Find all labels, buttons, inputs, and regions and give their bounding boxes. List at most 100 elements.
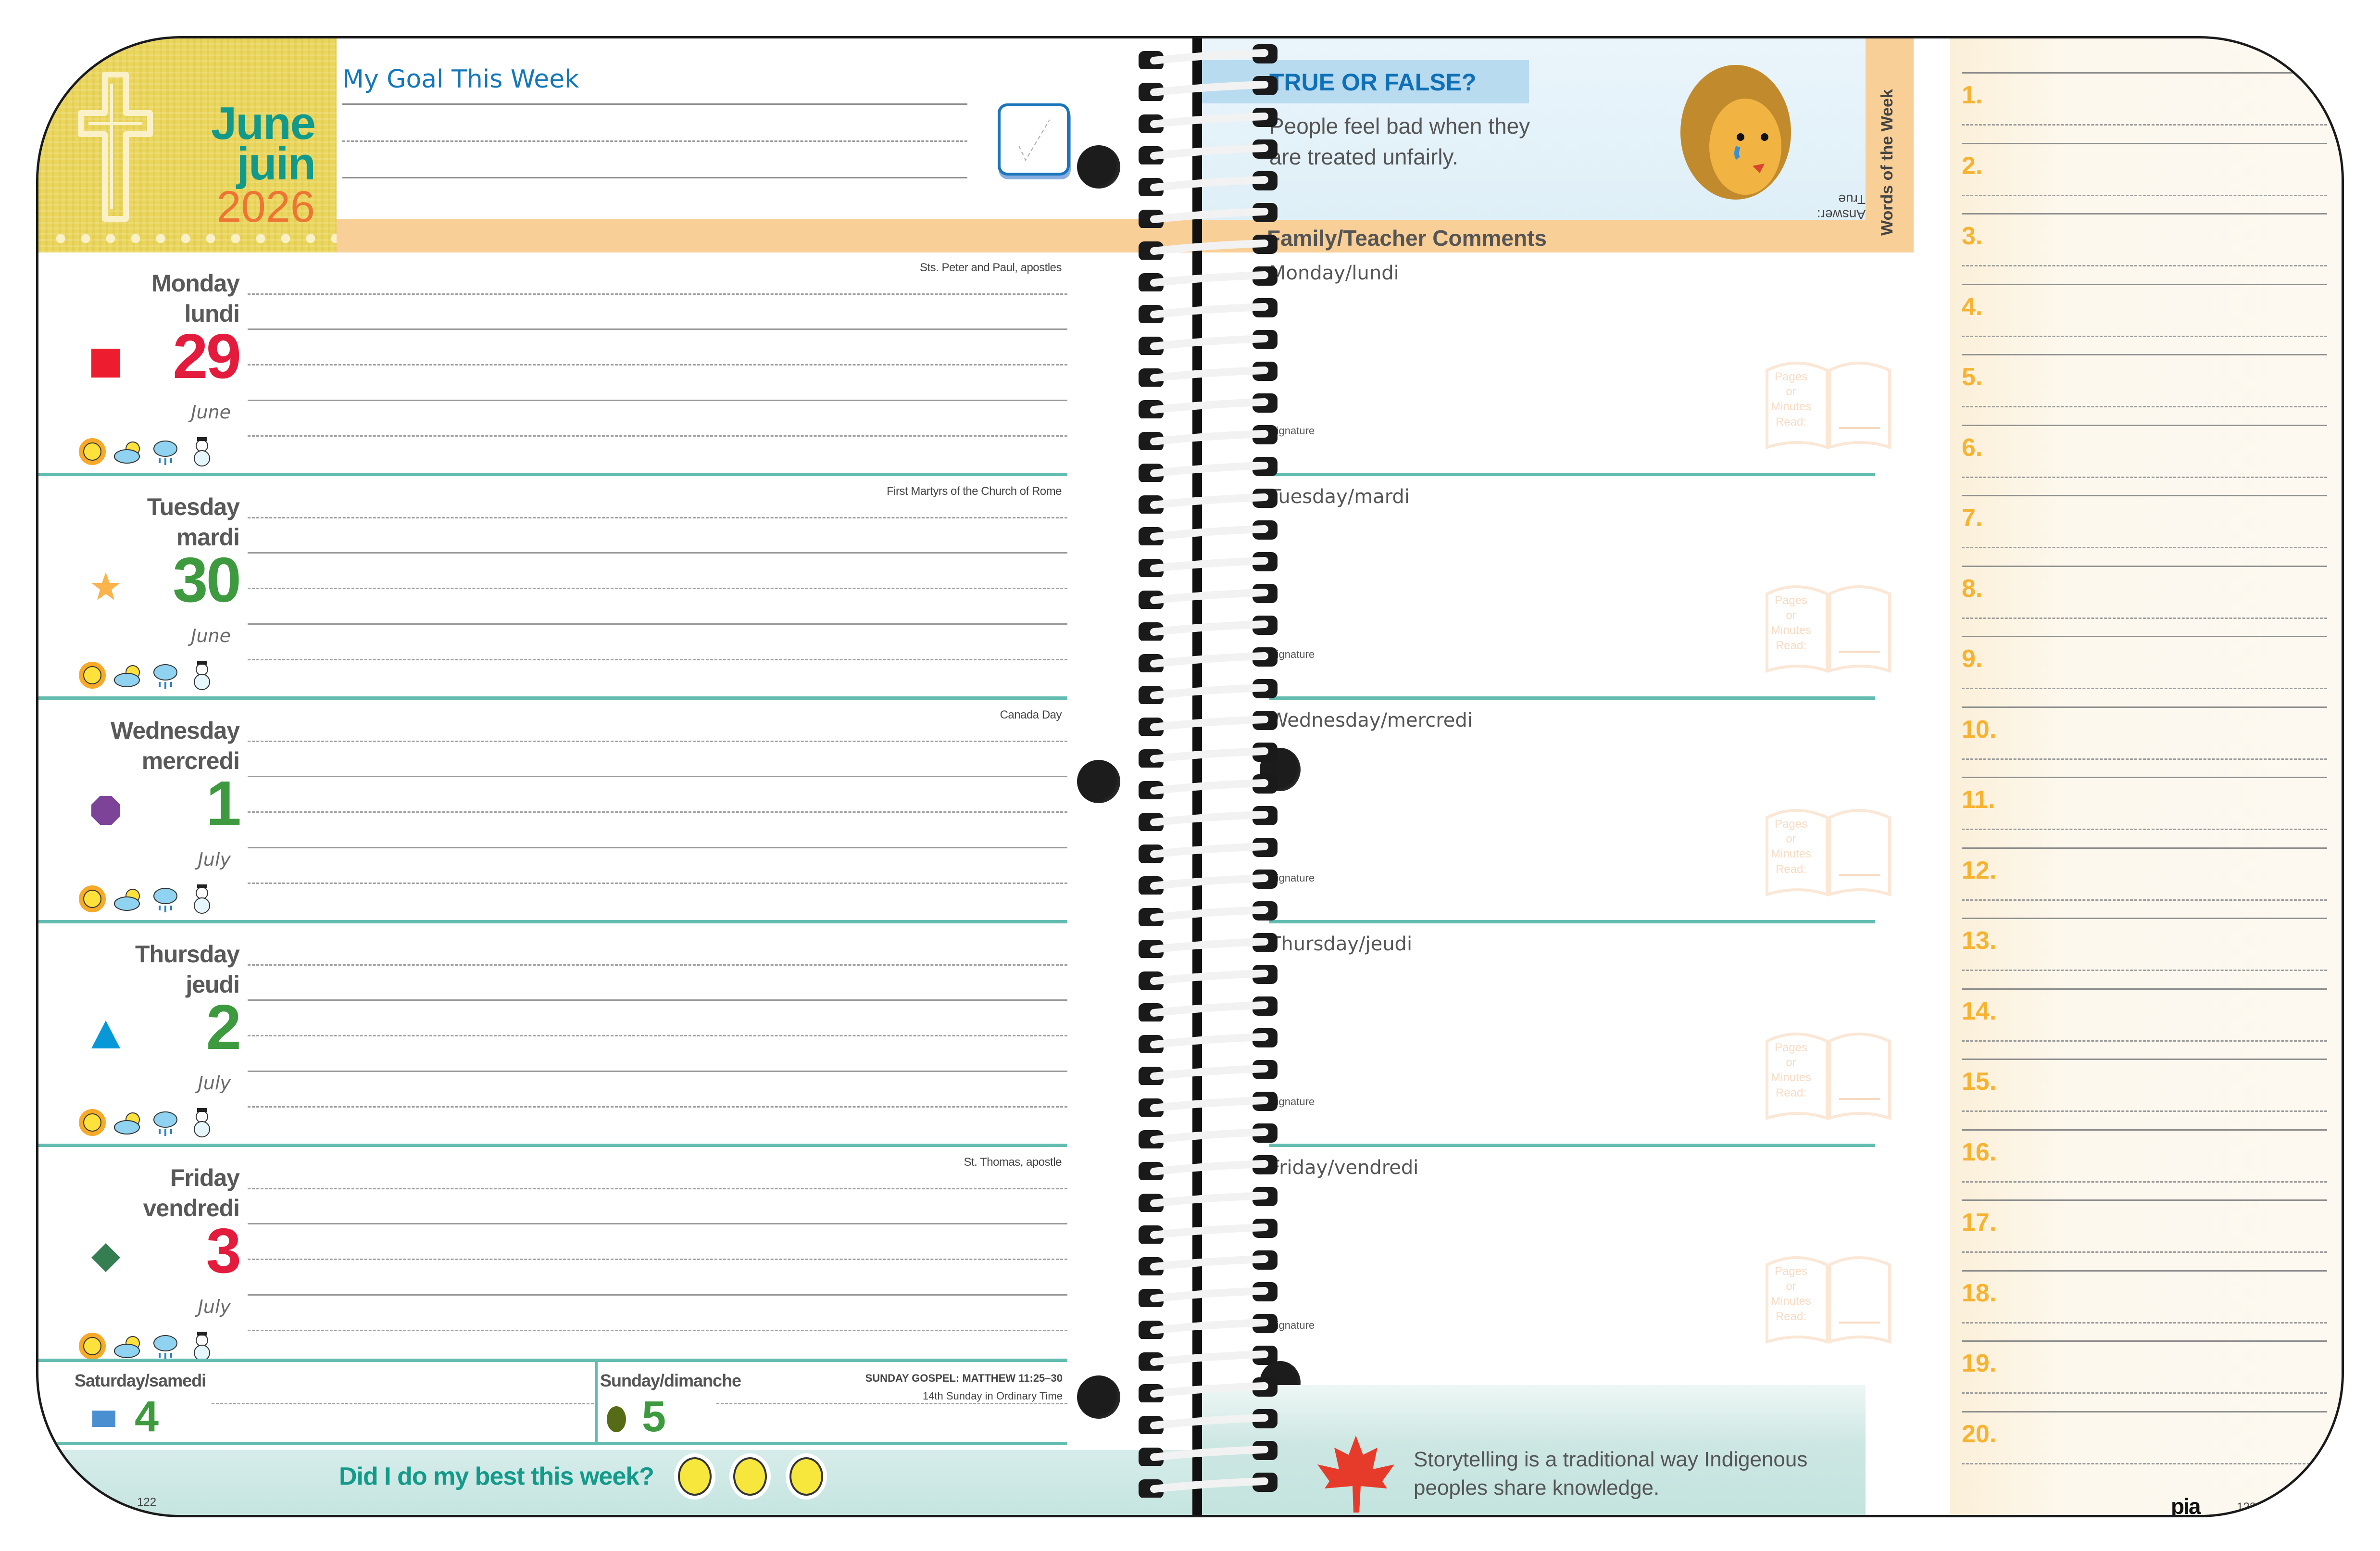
word-entry[interactable]: 2. <box>1962 142 2327 214</box>
word-entry[interactable]: 10. <box>1962 706 2327 778</box>
rainy-weather-icon[interactable] <box>149 1106 182 1139</box>
snowy-weather-icon[interactable] <box>186 659 218 692</box>
snowy-weather-icon[interactable] <box>186 883 218 915</box>
writing-line[interactable] <box>248 741 1067 742</box>
peach-band <box>337 219 1192 252</box>
spiral-coil <box>1135 1155 1289 1181</box>
writing-line[interactable] <box>248 1071 1067 1072</box>
word-number: 10. <box>1962 715 1997 744</box>
reading-log-book-icon[interactable]: Pages or Minutes Read: <box>1762 1255 1894 1347</box>
writing-line[interactable] <box>248 1294 1067 1296</box>
writing-line[interactable] <box>248 435 1067 437</box>
word-entry[interactable]: 8. <box>1962 565 2327 637</box>
word-entry[interactable]: 3. <box>1962 213 2327 284</box>
rainy-weather-icon[interactable] <box>149 435 182 468</box>
sunny-weather-icon[interactable] <box>76 883 109 915</box>
rainy-weather-icon[interactable] <box>149 883 182 915</box>
comment-row-wednesday[interactable]: Wednesday/mercredi Pages or Minutes Read: S… <box>1269 700 1891 923</box>
writing-line[interactable] <box>248 588 1067 589</box>
writing-line[interactable] <box>248 847 1067 848</box>
comment-row-friday[interactable]: Friday/vendredi Pages or Minutes Read: Sign… <box>1269 1147 1891 1371</box>
day-divider <box>1269 920 1875 923</box>
snowy-weather-icon[interactable] <box>186 435 218 468</box>
word-entry[interactable]: 16. <box>1962 1129 2327 1200</box>
word-entry[interactable]: 7. <box>1962 495 2327 566</box>
partly-cloudy-weather-icon[interactable] <box>113 435 145 468</box>
writing-line[interactable] <box>248 328 1067 330</box>
writing-line[interactable] <box>248 883 1067 884</box>
word-entry[interactable]: 15. <box>1962 1059 2327 1130</box>
writing-line[interactable] <box>248 659 1067 660</box>
writing-line[interactable] <box>248 999 1067 1001</box>
writing-line[interactable] <box>248 293 1067 295</box>
word-entry[interactable]: 13. <box>1962 918 2327 989</box>
writing-line[interactable] <box>248 811 1067 813</box>
writing-line[interactable] <box>248 1188 1067 1189</box>
goal-write-line[interactable] <box>342 103 967 105</box>
snowy-weather-icon[interactable] <box>186 1106 218 1139</box>
spiral-coil <box>1135 838 1289 864</box>
sad-face-icon[interactable] <box>789 1457 823 1496</box>
reading-log-book-icon[interactable]: Pages or Minutes Read: <box>1762 361 1894 452</box>
happy-face-icon[interactable] <box>678 1457 712 1496</box>
word-entry[interactable]: 4. <box>1962 283 2327 355</box>
spiral-coil <box>1135 266 1289 292</box>
writing-line[interactable] <box>248 552 1067 554</box>
sunny-weather-icon[interactable] <box>76 1106 109 1139</box>
writing-line[interactable] <box>248 364 1067 366</box>
sunday-label: Sunday/dimanche <box>600 1371 741 1390</box>
sunny-weather-icon[interactable] <box>76 435 109 468</box>
neutral-face-icon[interactable] <box>733 1457 767 1496</box>
word-entry[interactable]: 18. <box>1962 1270 2327 1341</box>
partly-cloudy-weather-icon[interactable] <box>113 883 145 915</box>
writing-line[interactable] <box>248 400 1067 401</box>
writing-line[interactable] <box>248 964 1067 966</box>
writing-line[interactable] <box>716 1403 1067 1404</box>
day-row-monday: Sts. Peter and Paul, apostles Monday lun… <box>38 252 1067 476</box>
word-entry[interactable]: 6. <box>1962 424 2327 496</box>
writing-line[interactable] <box>248 517 1067 518</box>
partly-cloudy-weather-icon[interactable] <box>113 1330 145 1362</box>
rainy-weather-icon[interactable] <box>149 1330 182 1362</box>
spiral-coil <box>1135 933 1289 959</box>
reading-log-book-icon[interactable]: Pages or Minutes Read: <box>1762 1032 1894 1123</box>
writing-line[interactable] <box>248 1259 1067 1260</box>
sunny-weather-icon[interactable] <box>76 1330 109 1362</box>
word-entry[interactable]: 17. <box>1962 1199 2327 1271</box>
word-entry[interactable]: 9. <box>1962 636 2327 707</box>
comment-row-tuesday[interactable]: Tuesday/mardi Pages or Minutes Read: Signat… <box>1269 476 1891 700</box>
writing-line[interactable] <box>248 1223 1067 1224</box>
word-entry[interactable]: 14. <box>1962 988 2327 1059</box>
writing-line[interactable] <box>248 776 1067 777</box>
maple-leaf-icon <box>1317 1436 1394 1513</box>
snowy-weather-icon[interactable] <box>186 1330 218 1362</box>
true-or-false-title: TRUE OR FALSE? <box>1269 69 1477 96</box>
goal-write-line[interactable] <box>342 177 967 178</box>
word-entry[interactable]: 1. <box>1962 72 2327 143</box>
sunny-weather-icon[interactable] <box>76 659 109 692</box>
spiral-coil <box>1135 1092 1289 1118</box>
comment-row-thursday[interactable]: Thursday/jeudi Pages or Minutes Read: Signa… <box>1269 923 1891 1147</box>
writing-line[interactable] <box>212 1403 594 1404</box>
comment-day-label: Friday/vendredi <box>1269 1157 1419 1179</box>
partly-cloudy-weather-icon[interactable] <box>113 659 145 692</box>
partly-cloudy-weather-icon[interactable] <box>113 1106 145 1139</box>
writing-line[interactable] <box>248 1330 1067 1331</box>
writing-line[interactable] <box>248 1035 1067 1036</box>
reading-log-book-icon[interactable]: Pages or Minutes Read: <box>1762 808 1894 899</box>
writing-line[interactable] <box>248 1106 1067 1108</box>
word-entry[interactable]: 19. <box>1962 1340 2327 1412</box>
word-entry[interactable]: 12. <box>1962 847 2327 919</box>
word-entry[interactable]: 20. <box>1962 1411 2327 1482</box>
comment-day-label: Thursday/jeudi <box>1269 933 1413 955</box>
reading-log-label: Pages or Minutes Read: <box>1770 1265 1812 1323</box>
comment-row-monday[interactable]: Monday/lundi Pages or Minutes Read: Signatu… <box>1269 252 1891 476</box>
word-entry[interactable]: 11. <box>1962 777 2327 848</box>
word-entry[interactable]: 5. <box>1962 354 2327 425</box>
writing-line[interactable] <box>248 623 1067 625</box>
spiral-coil <box>1135 108 1289 134</box>
reading-log-book-icon[interactable]: Pages or Minutes Read: <box>1762 584 1894 676</box>
rainy-weather-icon[interactable] <box>149 659 182 692</box>
word-line <box>1962 777 2327 778</box>
goal-checkbox[interactable] <box>998 103 1070 176</box>
